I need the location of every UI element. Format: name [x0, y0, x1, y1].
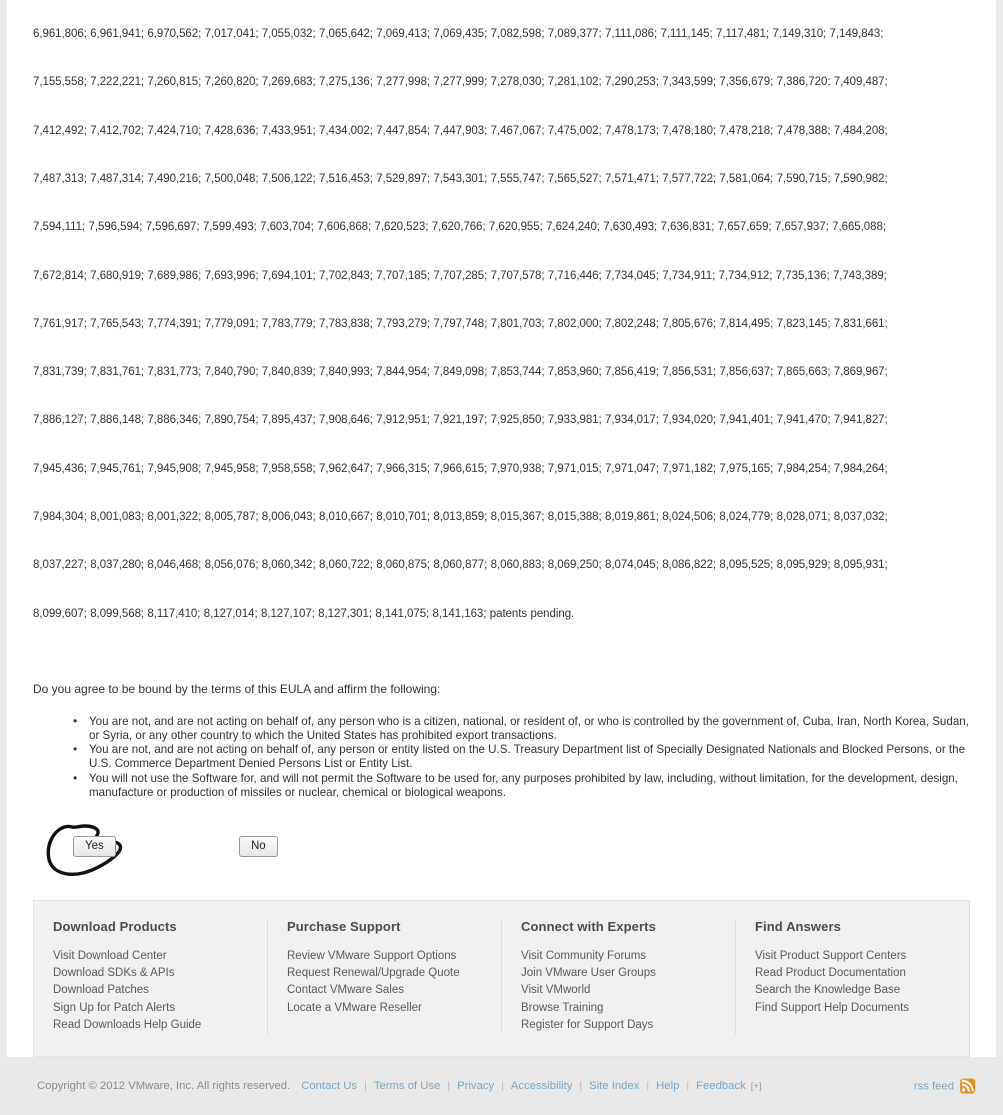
patent-number-list: 6,961,806; 6,961,941; 6,970,562; 7,017,0…	[33, 0, 970, 654]
legal-link-privacy[interactable]: Privacy	[457, 1080, 494, 1092]
legal-link-terms-of-use[interactable]: Terms of Use	[374, 1080, 441, 1092]
footer-column-find-answers: Find Answers Visit Product Support Cente…	[736, 919, 969, 1034]
rss-feed[interactable]: rss feed	[914, 1078, 975, 1094]
patent-line: 7,984,304; 8,001,083; 8,001,322; 8,005,7…	[33, 511, 888, 523]
patent-line: 7,672,814; 7,680,919; 7,689,986; 7,693,9…	[33, 269, 887, 282]
footer-link[interactable]: Visit Community Forums	[521, 948, 717, 965]
feedback-expand-icon[interactable]: [+]	[751, 1081, 762, 1092]
footer-column-heading: Purchase Support	[287, 919, 401, 935]
footer-link[interactable]: Download Patches	[53, 982, 249, 999]
patent-line: 7,886,127; 7,886,148; 7,886,346; 7,890,7…	[33, 414, 888, 427]
footer-column-heading: Download Products	[53, 919, 177, 935]
legal-link-accessibility[interactable]: Accessibility	[511, 1080, 573, 1092]
footer-column-download-products: Download Products Visit Download Center …	[34, 919, 268, 1035]
patent-line: 7,945,436; 7,945,761; 7,945,908; 7,945,9…	[33, 462, 888, 475]
footer-link[interactable]: Join VMware User Groups	[521, 965, 717, 982]
patent-line: 7,412,492; 7,412,702; 7,424,710; 7,428,6…	[33, 124, 888, 137]
legal-separator: |	[447, 1080, 451, 1093]
patent-line: 7,487,313; 7,487,314; 7,490,216; 7,500,0…	[33, 173, 888, 186]
patent-line: 7,831,739; 7,831,761; 7,831,773; 7,840,7…	[33, 366, 888, 379]
footer-link[interactable]: Contact VMware Sales	[287, 982, 483, 999]
legal-link-help[interactable]: Help	[656, 1080, 679, 1092]
footer-column-heading: Connect with Experts	[521, 919, 656, 935]
rss-icon[interactable]	[960, 1078, 975, 1094]
footer-link[interactable]: Visit VMworld	[521, 982, 717, 999]
legal-links: Contact Us | Terms of Use | Privacy | Ac…	[301, 1080, 761, 1092]
footer-link[interactable]: Browse Training	[521, 1000, 717, 1017]
footer-link[interactable]: Sign Up for Patch Alerts	[53, 1000, 249, 1017]
eula-button-row: Yes No	[33, 824, 970, 877]
patent-line: 7,761,917; 7,765,543; 7,774,391; 7,779,0…	[33, 317, 888, 330]
no-button[interactable]: No	[239, 836, 278, 858]
footer-column-purchase-support: Purchase Support Review VMware Support O…	[268, 919, 502, 1035]
eula-affirmation-list: You are not, and are not acting on behal…	[33, 714, 970, 800]
footer-link[interactable]: Visit Download Center	[53, 948, 249, 965]
footer-link[interactable]: Review VMware Support Options	[287, 948, 483, 965]
footer-link[interactable]: Locate a VMware Reseller	[287, 1000, 483, 1017]
list-item: You will not use the Software for, and w…	[73, 771, 970, 800]
page-root: 6,961,806; 6,961,941; 6,970,562; 7,017,0…	[0, 0, 1003, 1115]
copyright-bar: Copyright © 2012 VMware, Inc. All rights…	[0, 1057, 1003, 1115]
legal-separator: |	[579, 1080, 583, 1093]
page-content: 6,961,806; 6,961,941; 6,970,562; 7,017,0…	[0, 0, 1003, 1058]
legal-separator: |	[501, 1080, 504, 1093]
list-item: You are not, and are not acting on behal…	[73, 714, 970, 743]
footer-link[interactable]: Visit Product Support Centers	[755, 948, 951, 965]
footer-link[interactable]: Read Product Documentation	[755, 965, 951, 982]
footer-link[interactable]: Request Renewal/Upgrade Quote	[287, 965, 483, 982]
legal-link-feedback[interactable]: Feedback	[696, 1080, 746, 1092]
patent-line: 7,594,111; 7,596,594; 7,596,697; 7,599,4…	[33, 221, 886, 234]
footer-link[interactable]: Find Support Help Documents	[755, 1000, 951, 1017]
footer-link[interactable]: Register for Support Days	[521, 1017, 717, 1034]
footer-link[interactable]: Read Downloads Help Guide	[53, 1017, 249, 1034]
list-item: You are not, and are not acting on behal…	[73, 742, 970, 771]
legal-separator: |	[646, 1080, 650, 1093]
legal-link-site-index[interactable]: Site Index	[589, 1080, 639, 1092]
footer-link[interactable]: Search the Knowledge Base	[755, 982, 951, 999]
footer-link-columns: Download Products Visit Download Center …	[33, 900, 970, 1058]
legal-separator: |	[686, 1080, 690, 1093]
legal-link-contact-us[interactable]: Contact Us	[301, 1080, 357, 1092]
rss-feed-label[interactable]: rss feed	[914, 1080, 954, 1092]
eula-agreement-question: Do you agree to be bound by the terms of…	[33, 681, 441, 696]
copyright-text: Copyright © 2012 VMware, Inc. All rights…	[37, 1080, 291, 1093]
patent-line: 7,155,558; 7,222,221; 7,260,815; 7,260,8…	[33, 76, 888, 89]
patent-line: 8,037,227; 8,037,280; 8,046,468; 8,056,0…	[33, 559, 888, 572]
patent-line: 8,099,607; 8,099,568; 8,117,410; 8,127,0…	[33, 607, 575, 620]
footer-link[interactable]: Download SDKs & APIs	[53, 965, 249, 982]
legal-separator: |	[364, 1080, 367, 1093]
yes-button[interactable]: Yes	[73, 836, 116, 858]
patent-line: 6,961,806; 6,961,941; 6,970,562; 7,017,0…	[33, 28, 884, 41]
footer-column-heading: Find Answers	[755, 919, 841, 935]
footer-column-connect-with-experts: Connect with Experts Visit Community For…	[502, 919, 736, 1035]
